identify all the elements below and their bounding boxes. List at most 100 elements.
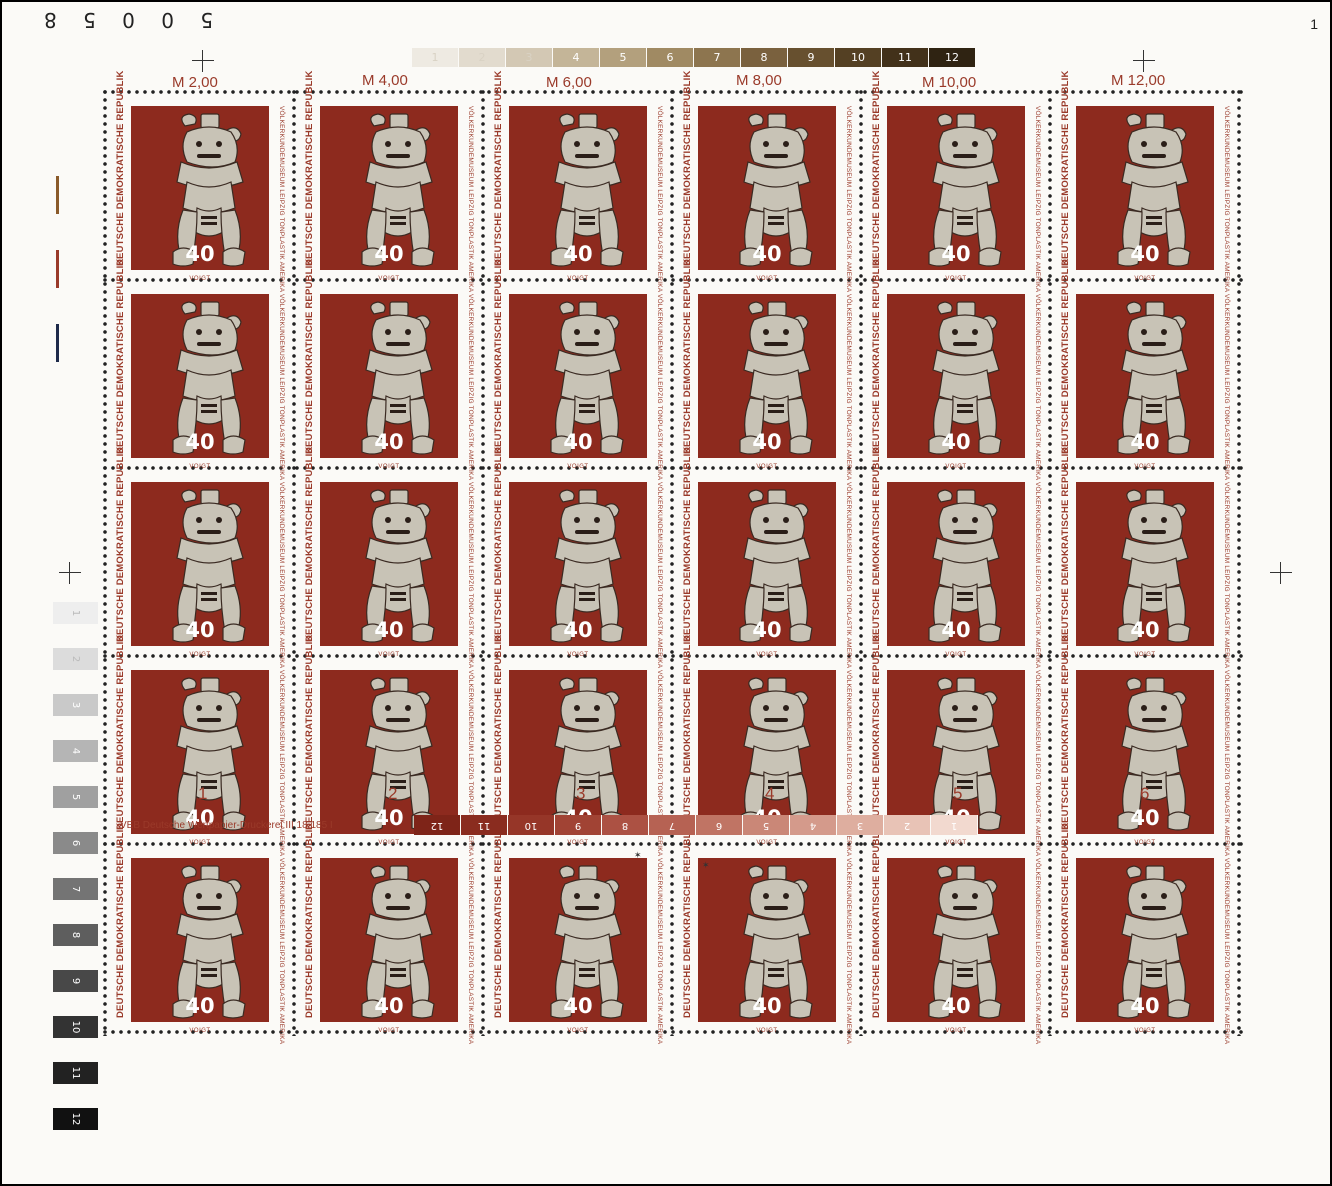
stamp: DEUTSCHE DEMOKRATISCHE REPUBLIK 40VÖLKER… bbox=[302, 258, 476, 481]
color-bar-cell: 12 bbox=[929, 48, 976, 67]
column-number: 6 bbox=[1140, 784, 1150, 803]
color-bar-cell: 10 bbox=[508, 815, 555, 835]
color-bar-cell: 5 bbox=[600, 48, 647, 67]
stamp: DEUTSCHE DEMOKRATISCHE REPUBLIK 40VÖLKER… bbox=[302, 70, 476, 292]
stamp-subject-text: VÖLKERKUNDEMUSEUM LEIPZIG TONPLASTIK AME… bbox=[278, 858, 285, 1045]
stamp-denomination: 40 bbox=[752, 618, 782, 642]
stamp-grid: DEUTSCHE DEMOKRATISCHE REPUBLIK 40 VÖLKER… bbox=[101, 70, 1243, 1044]
stamp-designer: VOIGT bbox=[567, 652, 589, 658]
stamp-country-text: DEUTSCHE DEMOKRATISCHE REPUBLIK bbox=[304, 446, 315, 642]
stamp-designer: VOIGT bbox=[378, 652, 400, 658]
ink-speck: ✶ bbox=[634, 850, 642, 860]
stamp-artwork: 40 bbox=[320, 670, 458, 834]
stamp-designer: VOIGT bbox=[189, 464, 211, 470]
stamp: DEUTSCHE DEMOKRATISCHE REPUBLIK 40VÖLKER… bbox=[869, 70, 1043, 292]
stamp-artwork: 40 bbox=[131, 106, 269, 270]
stamp: DEUTSCHE DEMOKRATISCHE REPUBLIK 40VÖLKER… bbox=[1058, 634, 1232, 856]
stamp-denomination: 40 bbox=[752, 994, 782, 1018]
sheet-value-label: M 2,00 bbox=[172, 74, 218, 91]
color-bar-cell: 6 bbox=[52, 832, 98, 854]
color-bar-cell: 11 bbox=[461, 815, 508, 835]
color-bar-cell: 1 bbox=[931, 815, 978, 835]
stamp-designer: VOIGT bbox=[378, 840, 400, 846]
column-numbers: 1 2 3 4 5 6 bbox=[2, 784, 1330, 808]
column-number: 5 bbox=[953, 784, 963, 803]
stamp-artwork: 40 bbox=[509, 858, 647, 1022]
registration-cross-icon bbox=[59, 562, 81, 584]
stamp-artwork: 40 bbox=[131, 294, 269, 458]
stamp-artwork: 40 bbox=[1076, 482, 1214, 646]
stamp-country-text: DEUTSCHE DEMOKRATISCHE REPUBLIK bbox=[115, 446, 126, 642]
registration-cross-icon bbox=[192, 50, 214, 72]
stamp-country-text: DEUTSCHE DEMOKRATISCHE REPUBLIK bbox=[115, 822, 126, 1018]
stamp-denomination: 40 bbox=[1130, 806, 1160, 830]
stamp-designer: VOIGT bbox=[756, 276, 778, 282]
stamp: DEUTSCHE DEMOKRATISCHE REPUBLIK 40VÖLKER… bbox=[680, 258, 854, 481]
color-bar-cell: 5 bbox=[52, 786, 98, 808]
stamp-denomination: 40 bbox=[1130, 430, 1160, 454]
stamp-artwork: 40 bbox=[887, 482, 1025, 646]
stamp-country-text: DEUTSCHE DEMOKRATISCHE REPUBLIK bbox=[493, 70, 504, 266]
stamp-denomination: 40 bbox=[941, 994, 971, 1018]
stamp-denomination: 40 bbox=[185, 618, 215, 642]
stamp: DEUTSCHE DEMOKRATISCHE REPUBLIK 40VÖLKER… bbox=[869, 446, 1043, 668]
stamp-subject-text: VÖLKERKUNDEMUSEUM LEIPZIG TONPLASTIK AME… bbox=[845, 294, 852, 481]
stamp-artwork: 40 bbox=[887, 294, 1025, 458]
perforation-column bbox=[1048, 88, 1052, 1036]
stamp-artwork: 40 bbox=[131, 858, 269, 1022]
color-bar-cell: 9 bbox=[555, 815, 602, 835]
stamp: DEUTSCHE DEMOKRATISCHE REPUBLIK 40 VÖLKER… bbox=[680, 822, 854, 1045]
corner-mark: 1 bbox=[1310, 16, 1318, 32]
stamp-subject-text: VÖLKERKUNDEMUSEUM LEIPZIG TONPLASTIK AME… bbox=[1223, 106, 1230, 293]
stamp: DEUTSCHE DEMOKRATISCHE REPUBLIK 40VÖLKER… bbox=[869, 822, 1043, 1044]
stamp: DEUTSCHE DEMOKRATISCHE REPUBLIK 40VÖLKER… bbox=[491, 446, 665, 668]
color-bar-cell: 4 bbox=[790, 815, 837, 835]
stamp-designer: VOIGT bbox=[756, 652, 778, 658]
perforation-column bbox=[103, 88, 107, 1036]
stamp: DEUTSCHE DEMOKRATISCHE REPUBLIK 40VÖLKER… bbox=[1058, 70, 1232, 293]
color-bar-cell: 2 bbox=[52, 648, 98, 670]
cumulative-value-labels: M 2,00 M 4,00 M 6,00 M 8,00 M 10,00 M 12,00 bbox=[2, 70, 1330, 92]
stamp-artwork: 40 bbox=[1076, 858, 1214, 1022]
stamp: DEUTSCHE DEMOKRATISCHE REPUBLIK 40VÖLKER… bbox=[113, 70, 287, 292]
stamp-subject-text: VÖLKERKUNDEMUSEUM LEIPZIG TONPLASTIK AME… bbox=[467, 294, 474, 481]
stamp-designer: VOIGT bbox=[189, 652, 211, 658]
stamp-artwork: 40 bbox=[887, 670, 1025, 834]
stamp: DEUTSCHE DEMOKRATISCHE REPUBLIK 40VÖLKER… bbox=[869, 258, 1043, 480]
stamp-artwork: 40 bbox=[698, 294, 836, 458]
stamp-designer: VOIGT bbox=[378, 464, 400, 470]
stamp-designer: VOIGT bbox=[189, 840, 211, 846]
stamp-artwork: 40 bbox=[320, 106, 458, 270]
side-color-mark bbox=[56, 324, 59, 362]
stamp-designer: VOIGT bbox=[945, 840, 967, 846]
color-control-bar-left: 1 2 3 4 5 6 7 8 9 10 11 12 bbox=[52, 590, 98, 1142]
stamp-designer: VOIGT bbox=[567, 1028, 589, 1034]
stamp-artwork: 40 bbox=[509, 294, 647, 458]
stamp-artwork: 40 bbox=[509, 106, 647, 270]
stamp-denomination: 40 bbox=[185, 994, 215, 1018]
stamp-country-text: DEUTSCHE DEMOKRATISCHE REPUBLIK bbox=[871, 446, 882, 642]
stamp-designer: VOIGT bbox=[756, 840, 778, 846]
stamp-country-text: DEUTSCHE DEMOKRATISCHE REPUBLIK bbox=[682, 822, 693, 1018]
sheet-serial-number: 5 0 0 5 8 bbox=[34, 8, 214, 32]
stamp-country-text: DEUTSCHE DEMOKRATISCHE REPUBLIK bbox=[493, 258, 504, 454]
stamp-country-text: DEUTSCHE DEMOKRATISCHE REPUBLIK bbox=[304, 70, 315, 266]
stamp: DEUTSCHE DEMOKRATISCHE REPUBLIK 40VÖLKER… bbox=[113, 634, 287, 856]
stamp-designer: VOIGT bbox=[1134, 1028, 1156, 1034]
stamp-artwork: 40 bbox=[320, 482, 458, 646]
stamp-denomination: 40 bbox=[374, 994, 404, 1018]
sheet-value-label: M 4,00 bbox=[362, 72, 408, 89]
color-bar-cell: 3 bbox=[837, 815, 884, 835]
stamp-designer: VOIGT bbox=[567, 276, 589, 282]
stamp-artwork: 40 bbox=[698, 482, 836, 646]
column-number: 2 bbox=[388, 784, 398, 803]
color-bar-cell: 11 bbox=[882, 48, 929, 67]
stamp-artwork: 40 bbox=[887, 858, 1025, 1022]
stamp-subject-text: VÖLKERKUNDEMUSEUM LEIPZIG TONPLASTIK AME… bbox=[845, 858, 852, 1045]
stamp: DEUTSCHE DEMOKRATISCHE REPUBLIK 40 VÖLKER… bbox=[113, 446, 287, 669]
stamp-country-text: DEUTSCHE DEMOKRATISCHE REPUBLIK bbox=[115, 70, 126, 266]
stamp-country-text: DEUTSCHE DEMOKRATISCHE REPUBLIK bbox=[871, 70, 882, 266]
stamp: DEUTSCHE DEMOKRATISCHE REPUBLIK 40VÖLKER… bbox=[869, 634, 1043, 856]
stamp-subject-text: VÖLKERKUNDEMUSEUM LEIPZIG TONPLASTIK AME… bbox=[278, 482, 285, 669]
stamp-artwork: 40 bbox=[698, 670, 836, 834]
